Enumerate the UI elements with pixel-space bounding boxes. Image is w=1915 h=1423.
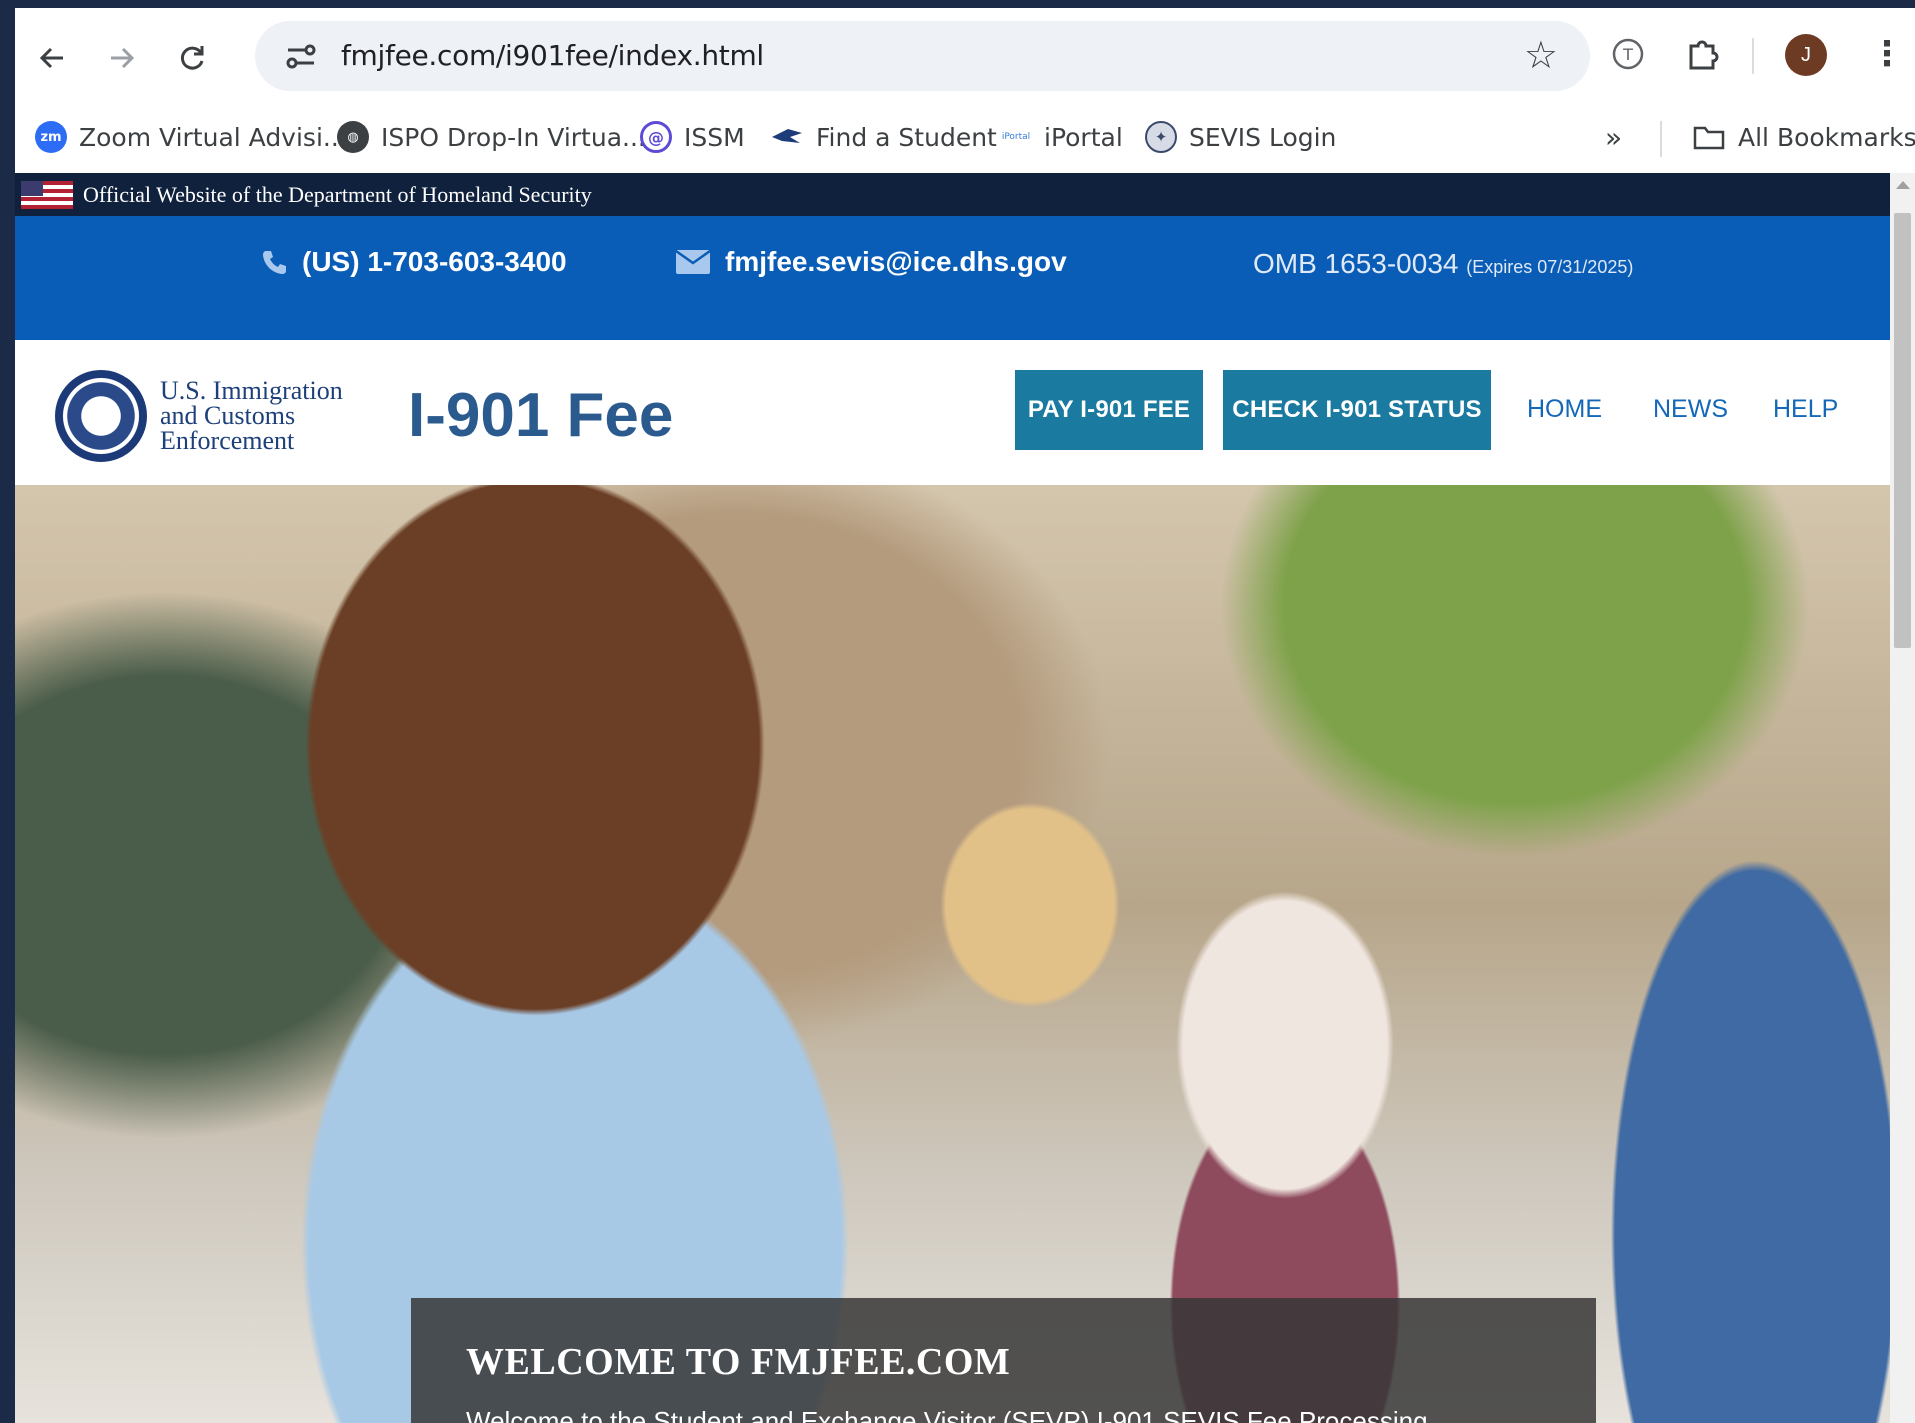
omb-number: OMB 1653-0034 (Expires 07/31/2025)	[1253, 248, 1633, 280]
svg-text:T: T	[1622, 45, 1633, 64]
browser-menu-icon[interactable]: ⋮	[1870, 34, 1904, 74]
bookmark-ispo[interactable]: ◍ ISPO Drop-In Virtua...	[337, 117, 646, 157]
hero-banner-image: WELCOME TO FMJFEE.COM Welcome to the Stu…	[15, 485, 1890, 1423]
url-text[interactable]: fmjfee.com/i901fee/index.html	[341, 39, 764, 72]
welcome-title: WELCOME TO FMJFEE.COM	[466, 1341, 1011, 1383]
issm-icon: @	[640, 121, 672, 153]
globe-icon: ◍	[337, 121, 369, 153]
bookmark-label: ISSM	[684, 122, 745, 152]
nav-news[interactable]: NEWS	[1653, 395, 1728, 424]
site-header: U.S. Immigration and Customs Enforcement…	[15, 340, 1890, 485]
contact-bar: (US) 1-703-603-3400 fmjfee.sevis@ice.dhs…	[15, 216, 1890, 340]
bookmark-sevis-login[interactable]: ✦ SEVIS Login	[1145, 117, 1336, 157]
dhs-seal-icon: ✦	[1145, 121, 1177, 153]
page-scrollbar[interactable]	[1890, 173, 1915, 1423]
translate-extension-icon[interactable]: T	[1610, 36, 1646, 72]
omb-expiry: (Expires 07/31/2025)	[1466, 257, 1634, 277]
address-bar[interactable]: fmjfee.com/i901fee/index.html ☆	[255, 21, 1590, 91]
scroll-thumb[interactable]	[1894, 213, 1911, 648]
reload-icon	[180, 46, 204, 70]
chevron-double-right-icon: »	[1605, 120, 1623, 154]
welcome-panel: WELCOME TO FMJFEE.COM Welcome to the Stu…	[411, 1298, 1596, 1423]
gov-banner-text: Official Website of the Department of Ho…	[83, 181, 592, 207]
agency-line-3: Enforcement	[160, 426, 295, 455]
browser-toolbar: fmjfee.com/i901fee/index.html ☆ T J ⋮	[15, 8, 1915, 103]
forward-arrow-icon	[111, 47, 135, 69]
phone-contact[interactable]: (US) 1-703-603-3400	[260, 246, 567, 278]
all-bookmarks-label: All Bookmarks	[1738, 122, 1915, 152]
gov-banner: Official Website of the Department of Ho…	[15, 173, 1890, 216]
nav-help[interactable]: HELP	[1773, 395, 1838, 424]
page-content: Official Website of the Department of Ho…	[15, 173, 1890, 1423]
email-address: fmjfee.sevis@ice.dhs.gov	[725, 246, 1067, 277]
bookmark-iportal[interactable]: iPortal iPortal	[1000, 117, 1123, 157]
all-bookmarks-button[interactable]: All Bookmarks	[1692, 117, 1915, 157]
extensions-puzzle-icon[interactable]	[1683, 34, 1721, 72]
bookmarks-bar: zm Zoom Virtual Advisi... ◍ ISPO Drop-In…	[15, 103, 1915, 173]
email-contact[interactable]: fmjfee.sevis@ice.dhs.gov	[675, 246, 1067, 278]
us-flag-icon	[21, 180, 73, 209]
bookmark-label: ISPO Drop-In Virtua...	[381, 122, 646, 152]
bookmark-label: Find a Student	[816, 122, 997, 152]
phone-icon	[263, 251, 286, 274]
scroll-up-arrow-icon[interactable]	[1896, 181, 1910, 189]
browser-window: fmjfee.com/i901fee/index.html ☆ T J ⋮ zm…	[15, 8, 1915, 1423]
site-info-icon[interactable]	[285, 41, 317, 71]
welcome-text: Welcome to the Student and Exchange Visi…	[466, 1406, 1428, 1423]
nav-home[interactable]: HOME	[1527, 395, 1602, 424]
toolbar-divider	[1752, 38, 1754, 74]
bookmarks-divider	[1660, 121, 1662, 157]
profile-avatar[interactable]: J	[1785, 34, 1827, 76]
agency-line-1: U.S. Immigration	[160, 376, 343, 405]
bookmark-label: Zoom Virtual Advisi...	[79, 122, 347, 152]
dhs-seal-logo[interactable]	[55, 370, 147, 462]
reload-button[interactable]	[170, 36, 214, 80]
zoom-icon: zm	[35, 121, 67, 153]
check-status-button[interactable]: CHECK I-901 STATUS	[1223, 370, 1491, 450]
agency-line-2: and Customs	[160, 401, 296, 430]
bookmark-label: iPortal	[1044, 122, 1123, 152]
bookmarks-overflow-button[interactable]: »	[1605, 117, 1622, 157]
bookmark-zoom[interactable]: zm Zoom Virtual Advisi...	[35, 117, 347, 157]
bookmark-issm[interactable]: @ ISSM	[640, 117, 745, 157]
pay-fee-button[interactable]: PAY I-901 FEE	[1015, 370, 1203, 450]
bird-icon	[772, 129, 802, 143]
forward-button[interactable]	[100, 36, 144, 80]
phone-number: (US) 1-703-603-3400	[302, 246, 567, 277]
back-button[interactable]	[30, 36, 74, 80]
bookmark-label: SEVIS Login	[1189, 122, 1337, 152]
omb-code: OMB 1653-0034	[1253, 248, 1459, 279]
site-title: I-901 Fee	[408, 381, 674, 450]
ice-logo-text[interactable]: U.S. Immigration and Customs Enforcement	[160, 376, 343, 455]
envelope-icon	[675, 249, 711, 274]
bookmark-star-icon[interactable]: ☆	[1524, 33, 1558, 78]
iportal-icon: iPortal	[1001, 132, 1031, 142]
bookmark-find-a-student[interactable]: Find a Student	[770, 117, 997, 157]
folder-icon	[1693, 126, 1725, 150]
back-arrow-icon	[39, 47, 63, 69]
